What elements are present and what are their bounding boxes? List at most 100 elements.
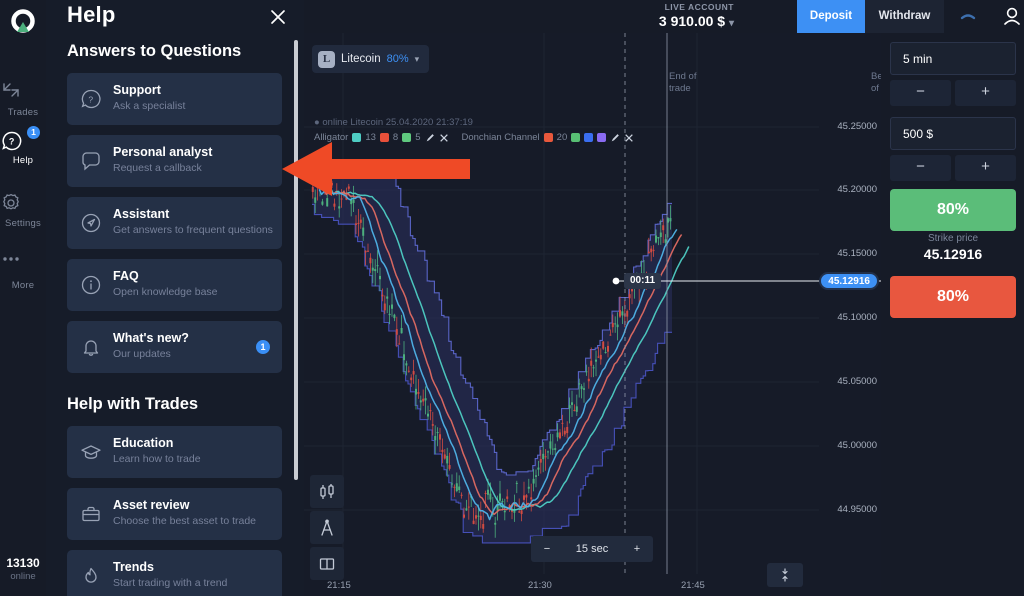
help-badge-count: 1 [27,126,40,139]
price-axis-tick: 44.95000 [837,504,877,515]
indicator-param: 20 [557,132,568,143]
help-card-subtitle: Choose the best asset to trade [113,515,256,527]
indicator-color-swatch[interactable] [352,133,361,142]
help-card-trends[interactable]: TrendsStart trading with a trend [67,550,282,596]
trading-platform-window: Trades ? 1 Help Settings [0,0,1024,596]
strike-price-label: Strike price [890,233,1016,244]
time-axis-tick: 21:15 [327,580,351,591]
chevron-down-icon: ▾ [415,54,420,65]
svg-text:?: ? [88,94,93,104]
duration-field[interactable]: 5 min [890,42,1016,75]
help-card-title: Personal analyst [113,145,212,159]
help-card-subtitle: Start trading with a trend [113,577,227,589]
asset-selector-chip[interactable]: L Litecoin 80% ▾ [312,45,429,73]
withdraw-button[interactable]: Withdraw [865,0,944,33]
help-card-list: Answers to Questions?SupportAsk a specia… [46,42,304,596]
drawing-compass-button[interactable] [310,511,344,544]
close-icon[interactable] [624,133,634,143]
fit-vertical-button[interactable] [767,563,803,587]
sidebar-label-trades: Trades [0,107,46,118]
time-axis-tick: 21:30 [528,580,552,591]
help-card-what-s-new[interactable]: What's new?Our updates1 [67,321,282,373]
help-panel-scrollbar[interactable] [294,40,298,480]
sidebar-item-trades[interactable]: Trades [0,78,46,118]
timeframe-stepper[interactable]: − 15 sec + [531,536,653,562]
sidebar-label-more: More [0,280,46,291]
timeframe-decrease-button[interactable]: − [531,536,563,562]
graduation-cap-icon [79,440,103,464]
help-card-asset-review[interactable]: Asset review Choose the best asset to tra… [67,488,282,540]
help-card-education[interactable]: EducationLearn how to trade [67,426,282,478]
help-card-support[interactable]: ?SupportAsk a specialist [67,73,282,125]
help-card-subtitle: Open knowledge base [113,286,218,298]
minimize-button[interactable] [944,0,992,33]
deposit-button[interactable]: Deposit [797,0,865,33]
current-price-badge: 45.12916 [819,272,879,290]
price-axis-tick: 45.10000 [837,312,877,323]
sidebar-item-more[interactable]: More [0,248,46,291]
indicator-color-swatch[interactable] [571,133,580,142]
close-icon[interactable] [439,133,449,143]
help-card-subtitle: Our updates [113,348,171,360]
duration-increase-button[interactable]: + [955,80,1016,106]
price-axis-tick: 45.25000 [837,121,877,132]
candlestick-chart-type-button[interactable] [310,475,344,508]
indicator-param: 5 [415,132,420,143]
timeframe-increase-button[interactable]: + [621,536,653,562]
duration-decrease-button[interactable]: − [890,80,951,106]
amount-increase-button[interactable]: + [955,155,1016,181]
svg-text:?: ? [9,136,15,146]
help-card-badge: 1 [256,340,270,354]
help-card-title: Support [113,83,161,97]
help-card-subtitle: Learn how to trade [113,453,201,465]
help-card-faq[interactable]: FAQOpen knowledge base [67,259,282,311]
online-count: 13130 [0,556,46,570]
indicator-color-swatch[interactable] [402,133,411,142]
chat-bubble-icon [79,149,103,173]
pencil-icon[interactable] [425,133,435,143]
beginning-of-trade-label: Beginning of trade [871,71,881,95]
amount-field[interactable]: 500 $ [890,117,1016,150]
split-view-button[interactable] [310,547,344,580]
sidebar-item-settings[interactable]: Settings [0,190,46,229]
close-icon[interactable] [266,5,290,29]
left-nav-rail: Trades ? 1 Help Settings [0,0,46,596]
top-bar: LIVE ACCOUNT 3 910.00 $ ▾ Deposit Withdr… [304,0,1024,33]
account-balance-selector[interactable]: LIVE ACCOUNT 3 910.00 $ ▾ [659,2,734,29]
question-bubble-icon: ? [79,87,103,111]
strike-price-value: 45.12916 [890,246,1016,262]
flame-icon [79,564,103,588]
pencil-icon[interactable] [610,133,620,143]
trade-countdown: 00:11 [624,273,661,289]
sidebar-label-settings: Settings [0,218,46,229]
indicator-color-swatch[interactable] [597,133,606,142]
timeframe-value[interactable]: 15 sec [563,536,621,562]
online-label: online [0,571,46,582]
price-axis-tick: 45.15000 [837,248,877,259]
trades-arrows-icon [0,81,46,105]
indicator-name: Alligator [314,132,348,143]
help-card-subtitle: Get answers to frequent questions [113,224,273,236]
asset-payout: 80% [387,53,409,65]
amount-decrease-button[interactable]: − [890,155,951,181]
call-up-button[interactable]: 80% [890,189,1016,231]
put-down-button[interactable]: 80% [890,276,1016,318]
price-axis: 45.2500045.2000045.1500045.1000045.05000… [819,33,881,596]
chart-info-text: online Litecoin 25.04.2020 21:37:19 [322,117,473,128]
help-card-personal-analyst[interactable]: Personal analystRequest a callback [67,135,282,187]
help-card-title: Asset review [113,498,189,512]
chevron-down-icon: ▾ [729,18,734,29]
indicator-color-swatch[interactable] [380,133,389,142]
sidebar-item-help[interactable]: ? 1 Help [0,128,46,166]
indicator-color-swatch[interactable] [544,133,553,142]
iq-option-logo[interactable] [9,8,37,36]
help-panel: Help Answers to Questions?SupportAsk a s… [46,0,304,596]
price-chart[interactable]: L Litecoin 80% ▾ ● online Litecoin 25.04… [304,33,881,596]
indicator-param: 8 [393,132,398,143]
indicator-color-swatch[interactable] [584,133,593,142]
end-of-trade-label: End of trade [669,71,719,95]
gear-icon [0,192,46,216]
profile-button[interactable] [992,0,1024,33]
help-card-assistant[interactable]: AssistantGet answers to frequent questio… [67,197,282,249]
litecoin-icon: L [318,51,335,68]
